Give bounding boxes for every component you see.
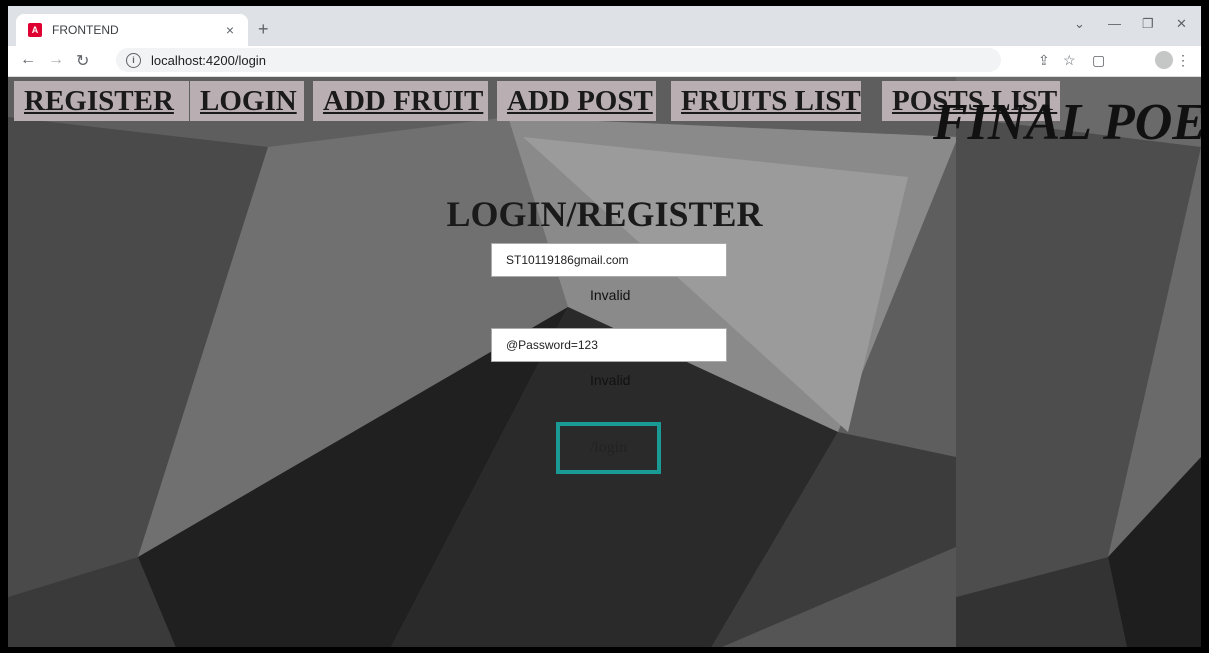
tab-title: FRONTEND: [52, 23, 119, 37]
nav-add-post[interactable]: ADD POST: [497, 81, 656, 121]
nav-fruits-list-link[interactable]: FRUITS LIST: [681, 85, 861, 118]
password-field[interactable]: @Password=123: [491, 328, 727, 362]
bookmark-star-icon[interactable]: ☆: [1063, 52, 1076, 69]
back-icon[interactable]: ←: [20, 51, 36, 69]
minimize-icon[interactable]: —: [1108, 16, 1121, 31]
nav-fruits-list[interactable]: FRUITS LIST: [671, 81, 861, 121]
nav-add-fruit[interactable]: ADD FRUIT: [313, 81, 488, 121]
forward-icon[interactable]: →: [48, 51, 64, 69]
share-icon[interactable]: ⇪: [1038, 52, 1050, 69]
angular-icon: A: [28, 23, 42, 37]
page-viewport: REGISTER LOGIN ADD FRUIT ADD POST FRUITS…: [8, 77, 1201, 647]
close-tab-icon[interactable]: ×: [220, 22, 240, 38]
abstract-background-image: [8, 77, 1201, 647]
tab-search-icon[interactable]: ⌄: [1074, 16, 1085, 32]
browser-tab[interactable]: A FRONTEND ×: [16, 14, 248, 46]
nav-register[interactable]: REGISTER: [14, 81, 189, 121]
menu-kebab-icon[interactable]: ⋮: [1176, 52, 1190, 69]
nav-login[interactable]: LOGIN: [190, 81, 304, 121]
password-error: Invalid: [590, 372, 631, 388]
browser-window: A FRONTEND × + ⌄ — ❐ ✕ ← → ↻ i localhost…: [0, 0, 1209, 653]
restore-icon[interactable]: ❐: [1142, 16, 1154, 32]
tab-strip: A FRONTEND × + ⌄ — ❐ ✕: [8, 6, 1201, 46]
address-bar[interactable]: i localhost:4200/login: [116, 48, 1001, 72]
side-panel-icon[interactable]: ▢: [1092, 52, 1105, 69]
nav-add-fruit-link[interactable]: ADD FRUIT: [323, 85, 483, 118]
login-button-label: /login: [589, 439, 628, 456]
browser-toolbar: ← → ↻ i localhost:4200/login ⇪ ☆ ▢ ⋮: [8, 46, 1201, 77]
close-window-icon[interactable]: ✕: [1176, 16, 1187, 32]
site-info-icon[interactable]: i: [126, 52, 141, 68]
email-field[interactable]: ST10119186gmail.com: [491, 243, 727, 277]
page-banner-title: FINAL POE: [933, 94, 1201, 151]
new-tab-button[interactable]: +: [258, 19, 269, 40]
page-title: LOGIN/REGISTER: [446, 194, 763, 234]
profile-avatar[interactable]: [1155, 51, 1173, 69]
nav-add-post-link[interactable]: ADD POST: [507, 85, 653, 118]
url-text: localhost:4200/login: [151, 52, 266, 68]
reload-icon[interactable]: ↻: [76, 51, 89, 71]
login-button[interactable]: /login: [556, 422, 661, 474]
nav-register-link[interactable]: REGISTER: [24, 85, 174, 118]
email-error: Invalid: [590, 287, 631, 303]
nav-login-link[interactable]: LOGIN: [200, 85, 297, 118]
